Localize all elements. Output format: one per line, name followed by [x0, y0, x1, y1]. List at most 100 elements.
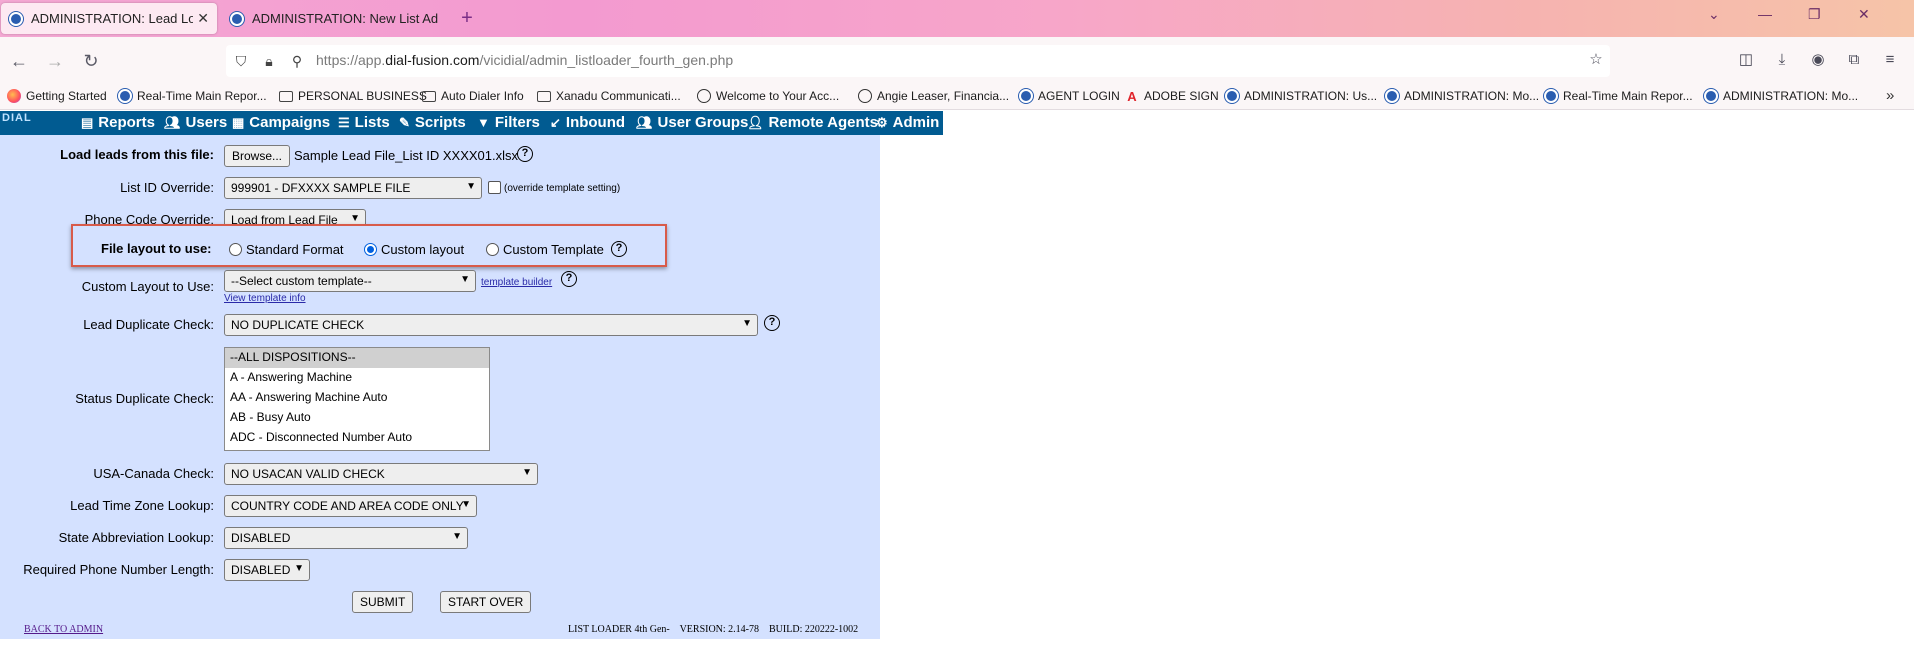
help-icon[interactable]: ? [611, 241, 627, 257]
tab-new-list[interactable]: ADMINISTRATION: New List Ad [222, 3, 454, 34]
adobe-icon: A [1127, 88, 1137, 104]
chevron-down-icon: ▼ [466, 181, 476, 192]
bookmark-admin-mo-2[interactable]: ADMINISTRATION: Mo... [1704, 86, 1858, 106]
permissions-icon[interactable]: ⚲ [288, 52, 306, 70]
start-over-button[interactable]: START OVER [440, 591, 532, 613]
submit-button[interactable]: SUBMIT [352, 591, 414, 613]
custom-layout-radio[interactable] [364, 243, 377, 256]
phone-length-select[interactable]: DISABLED ▼ [224, 559, 310, 581]
minimize-icon[interactable]: — [1758, 6, 1772, 22]
timezone-select[interactable]: COUNTRY CODE AND AREA CODE ONLY ▼ [224, 495, 477, 517]
menu-inbound[interactable]: ↙ Inbound [550, 114, 625, 131]
bookmark-admin-mo-1[interactable]: ADMINISTRATION: Mo... [1385, 86, 1539, 106]
status-dup-listbox[interactable]: --ALL DISPOSITIONS-- A - Answering Machi… [224, 347, 490, 451]
chevron-down-icon: ▼ [461, 499, 471, 510]
account-icon[interactable]: ◉ [1808, 50, 1828, 70]
list-item[interactable]: AB - Busy Auto [225, 408, 489, 428]
menu-icon[interactable]: ≡ [1880, 50, 1900, 70]
bookmark-welcome[interactable]: Welcome to Your Acc... [697, 86, 839, 106]
back-arrow-icon[interactable]: ← [8, 50, 30, 72]
shield-icon[interactable]: ⛉ [232, 52, 250, 70]
url-path: /vicidial/admin_listloader_fourth_gen.ph… [479, 52, 734, 68]
list-id-select[interactable]: 999901 - DFXXXX SAMPLE FILE ▼ [224, 177, 482, 199]
state-abbrev-select[interactable]: DISABLED ▼ [224, 527, 468, 549]
menu-users[interactable]: 👥︎ Users [164, 114, 227, 131]
bookmark-star-icon[interactable]: ☆ [1586, 50, 1606, 70]
timezone-value: COUNTRY CODE AND AREA CODE ONLY [231, 499, 464, 513]
menu-reports[interactable]: ▤ Reports [81, 114, 155, 131]
bookmark-real-time-report-2[interactable]: Real-Time Main Repor... [1544, 86, 1693, 106]
bookmark-label: Getting Started [26, 89, 107, 103]
chevron-double-right-icon[interactable]: » [1886, 87, 1894, 104]
extensions-icon[interactable]: ⧉ [1844, 50, 1864, 70]
bookmark-label: Real-Time Main Repor... [1563, 89, 1693, 103]
menu-label: Remote Agents [768, 114, 878, 131]
vicidial-favicon-icon [230, 11, 244, 26]
menu-remote-agents[interactable]: 👤︎ Remote Agents [747, 114, 878, 131]
list-item[interactable]: --ALL DISPOSITIONS-- [225, 348, 489, 368]
template-builder-link[interactable]: template builder [481, 277, 552, 288]
custom-template-radio[interactable] [486, 243, 499, 256]
pocket-icon[interactable]: ◫ [1736, 50, 1756, 70]
menu-label: Users [185, 114, 228, 131]
help-icon[interactable]: ? [561, 271, 577, 287]
state-abbrev-label: State Abbreviation Lookup: [58, 530, 214, 545]
standard-format-radio[interactable] [229, 243, 242, 256]
list-item[interactable]: AA - Answering Machine Auto [225, 388, 489, 408]
bookmark-xanadu[interactable]: Xanadu Communicati... [537, 86, 681, 106]
reload-icon[interactable]: ↻ [80, 50, 102, 72]
bookmark-angie-leaser[interactable]: Angie Leaser, Financia... [858, 86, 1009, 106]
bookmark-personal-business[interactable]: PERSONAL BUSINESS [279, 86, 427, 106]
vicidial-icon [1544, 89, 1558, 103]
chevron-down-icon: ▼ [460, 274, 470, 285]
help-icon[interactable]: ? [517, 146, 533, 162]
chevron-down-icon: ▼ [350, 213, 360, 224]
override-template-checkbox[interactable] [488, 181, 501, 194]
firefox-icon [7, 89, 21, 103]
list-item[interactable]: ADC - Disconnected Number Auto [225, 428, 489, 448]
lead-dup-select[interactable]: NO DUPLICATE CHECK ▼ [224, 314, 758, 336]
view-template-info-link[interactable]: View template info [224, 293, 306, 304]
menu-lists[interactable]: ☰ Lists [338, 114, 390, 131]
tab-lead-loader[interactable]: ADMINISTRATION: Lead Loader ✕ [1, 3, 217, 34]
new-tab-plus-icon[interactable]: + [454, 5, 480, 31]
window-close-icon[interactable]: ✕ [1858, 6, 1870, 23]
users-icon: 👥︎ [164, 114, 181, 130]
vicidial-favicon-icon [9, 11, 23, 26]
menu-campaigns[interactable]: ▦ Campaigns [232, 114, 330, 131]
override-template-note: (override template setting) [504, 183, 621, 194]
tab-list-chevron-icon[interactable]: ⌄ [1708, 6, 1720, 23]
menu-scripts[interactable]: ✎ Scripts [399, 114, 466, 131]
bookmark-getting-started[interactable]: Getting Started [7, 86, 107, 106]
menu-label: User Groups [657, 114, 749, 131]
bookmark-admin-users[interactable]: ADMINISTRATION: Us... [1225, 86, 1377, 106]
close-icon[interactable]: ✕ [197, 10, 209, 27]
menu-user-groups[interactable]: 👥︎ User Groups [636, 114, 748, 131]
usa-canada-label: USA-Canada Check: [93, 466, 214, 481]
help-icon[interactable]: ? [764, 315, 780, 331]
custom-layout-select[interactable]: --Select custom template-- ▼ [224, 270, 476, 292]
url-text[interactable]: https://app.dial-fusion.com/vicidial/adm… [316, 52, 733, 68]
bookmark-label: ADMINISTRATION: Mo... [1404, 89, 1540, 103]
bookmark-auto-dialer-info[interactable]: Auto Dialer Info [422, 86, 524, 106]
menu-admin[interactable]: ⚙ Admin [876, 114, 939, 131]
menu-filters[interactable]: ▼ Filters [477, 114, 540, 131]
vicidial-icon [1385, 89, 1399, 103]
bookmark-label: Welcome to Your Acc... [716, 89, 840, 103]
list-item[interactable]: A - Answering Machine [225, 368, 489, 388]
forward-arrow-icon[interactable]: → [44, 50, 66, 72]
bookmark-agent-login[interactable]: AGENT LOGIN [1019, 86, 1120, 106]
usa-canada-select[interactable]: NO USACAN VALID CHECK ▼ [224, 463, 538, 485]
list-id-value: 999901 - DFXXXX SAMPLE FILE [231, 181, 411, 195]
bookmark-real-time-report[interactable]: Real-Time Main Repor... [118, 86, 267, 106]
tab-title: ADMINISTRATION: New List Ad [252, 11, 439, 26]
filter-icon: ▼ [477, 115, 490, 130]
restore-icon[interactable]: ❐ [1808, 6, 1821, 23]
bookmark-adobe-sign[interactable]: A ADOBE SIGN [1125, 86, 1218, 106]
back-to-admin-link[interactable]: BACK TO ADMIN [24, 624, 103, 635]
browse-button[interactable]: Browse... [224, 145, 291, 167]
downloads-icon[interactable]: ⤓ [1772, 50, 1792, 70]
vicidial-icon [118, 89, 132, 103]
status-dup-label: Status Duplicate Check: [75, 391, 214, 406]
lock-icon[interactable]: 🔒︎ [260, 52, 278, 70]
